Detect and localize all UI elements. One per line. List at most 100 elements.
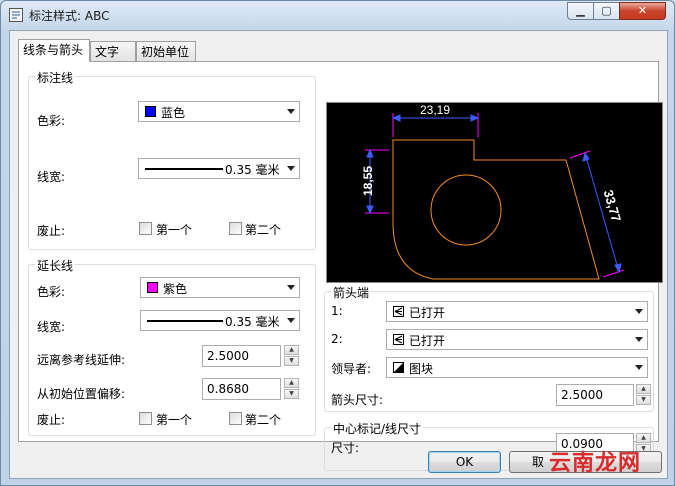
offset-input[interactable]: 0.8680 [202,378,281,400]
arrowhead-mark [366,148,374,158]
suppress-first-checkbox[interactable] [139,412,152,425]
extend-input[interactable]: 2.5000 [202,345,281,367]
ext-line-group: 延长线 色彩: 紫色 线宽: 0.35 毫米 远离参考线延伸: 2.5000 ▲… [28,257,316,436]
block-arrow-icon [393,362,404,373]
dimension-preview: 23,19 18,55 33,77 [326,102,663,283]
dim-text-left: 18,55 [361,166,375,196]
arrow-size-label: 箭头尺寸: [331,393,384,407]
spin-up-icon[interactable]: ▲ [636,433,651,443]
suppress-second-checkbox[interactable] [229,222,242,235]
spin-up-icon[interactable]: ▲ [284,345,299,355]
spin-down-icon[interactable]: ▼ [284,389,299,399]
close-button[interactable]: ✕ [619,2,666,20]
lineweight-label: 线宽: [37,170,66,184]
color-label: 色彩: [37,285,66,299]
second-arrow-dropdown[interactable]: 已打开 [386,329,648,350]
dim-text-top: 23,19 [420,103,450,117]
open-arrow-icon [393,306,404,317]
arrowhead-mark [470,114,480,122]
checkbox-label: 第一个 [156,413,193,427]
suppress-label: 废止: [37,413,66,427]
input-value: 2.5000 [207,349,249,363]
arrow-size-input[interactable]: 2.5000 [556,384,634,406]
color-swatch [145,106,156,117]
arrowhead-mark [582,151,590,162]
leader-arrow-dropdown[interactable]: 图块 [386,357,648,378]
arrowheads-group: 箭头端 1: 已打开 2: 已打开 领导者: 图块 箭头尺寸: 2.5000 ▲… [324,284,654,412]
preview-circle [430,174,502,246]
offset-spinner[interactable]: ▲ ▼ [284,378,299,400]
open-arrow-icon [393,334,404,345]
close-icon: ✕ [637,4,648,17]
spin-up-icon[interactable]: ▲ [284,378,299,388]
checkbox-label: 第二个 [245,223,282,237]
app-icon [9,8,23,22]
dropdown-value: 紫色 [163,282,188,296]
dropdown-value: 蓝色 [161,106,186,120]
dropdown-value: 0.35 毫米 [225,315,280,329]
dialog-window: 标注样式: ABC ▁ ▢ ✕ 线条与箭头 文字 初始单位 标注线 色彩: 蓝色… [0,0,675,486]
minimize-icon: ▁ [576,4,585,17]
suppress-label: 废止: [37,224,66,238]
watermark-logo: 云南龙网 [549,451,642,476]
chevron-down-icon [635,309,643,314]
dropdown-value: 已打开 [409,306,446,320]
maximize-icon: ▢ [601,4,612,17]
dim-line-group: 标注线 色彩: 蓝色 线宽: 0.35 毫米 废止: 第一个 第二个 [28,69,316,250]
input-value: 0.8680 [207,382,249,396]
chevron-down-icon [287,318,295,323]
input-value: 2.5000 [561,388,603,402]
window-title: 标注样式: ABC [29,9,110,23]
tab-text[interactable]: 文字 [90,41,136,61]
ext-color-dropdown[interactable]: 紫色 [140,277,300,298]
dialog-client: 线条与箭头 文字 初始单位 标注线 色彩: 蓝色 线宽: 0.35 毫米 废止:… [9,30,668,479]
first-arrow-dropdown[interactable]: 已打开 [386,301,648,322]
checkbox-label: 第一个 [156,223,193,237]
dropdown-value: 已打开 [409,334,446,348]
color-label: 色彩: [37,114,66,128]
chevron-down-icon [287,109,295,114]
chevron-down-icon [635,365,643,370]
ok-button[interactable]: OK [428,451,501,473]
tab-label: 文字 [95,45,120,59]
tab-primary-units[interactable]: 初始单位 [136,41,196,61]
offset-label: 从初始位置偏移: [37,387,126,401]
first-arrow-label: 1: [331,304,343,318]
tab-lines-arrows[interactable]: 线条与箭头 [18,39,90,62]
dropdown-value: 图块 [409,362,434,376]
ext-lineweight-dropdown[interactable]: 0.35 毫米 [140,310,300,331]
extend-label: 远离参考线延伸: [37,353,126,367]
maximize-button[interactable]: ▢ [593,2,620,20]
minimize-button[interactable]: ▁ [567,2,594,20]
suppress-second-checkbox[interactable] [229,412,242,425]
spin-up-icon[interactable]: ▲ [636,384,651,394]
extend-spinner[interactable]: ▲ ▼ [284,345,299,367]
group-label: 延长线 [35,257,76,274]
ext-line-mark [602,269,625,278]
lineweight-sample [147,320,223,322]
checkbox-label: 第二个 [245,413,282,427]
arrow-size-spinner[interactable]: ▲ ▼ [636,384,651,406]
suppress-first-checkbox[interactable] [139,222,152,235]
arrowhead-mark [366,205,374,215]
color-swatch [147,282,158,293]
second-arrow-label: 2: [331,332,343,346]
lineweight-label: 线宽: [37,320,66,334]
dim-lineweight-dropdown[interactable]: 0.35 毫米 [138,158,300,179]
tab-page: 标注线 色彩: 蓝色 线宽: 0.35 毫米 废止: 第一个 第二个 延长线 色… [18,61,663,471]
chevron-down-icon [287,285,295,290]
title-bar: 标注样式: ABC ▁ ▢ ✕ [1,1,674,29]
arrowhead-mark [391,114,401,122]
lineweight-sample [145,168,223,170]
dropdown-value: 0.35 毫米 [225,163,280,177]
spin-down-icon[interactable]: ▼ [636,395,651,405]
dim-color-dropdown[interactable]: 蓝色 [138,101,300,122]
preview-drawing: 23,19 18,55 33,77 [361,103,625,280]
preview-outline [392,139,600,280]
leader-label: 领导者: [331,362,372,376]
spin-down-icon[interactable]: ▼ [284,356,299,366]
dim-text-right: 33,77 [601,188,624,223]
tab-label: 线条与箭头 [23,43,84,57]
tab-label: 初始单位 [141,45,190,59]
group-label: 标注线 [35,69,76,86]
